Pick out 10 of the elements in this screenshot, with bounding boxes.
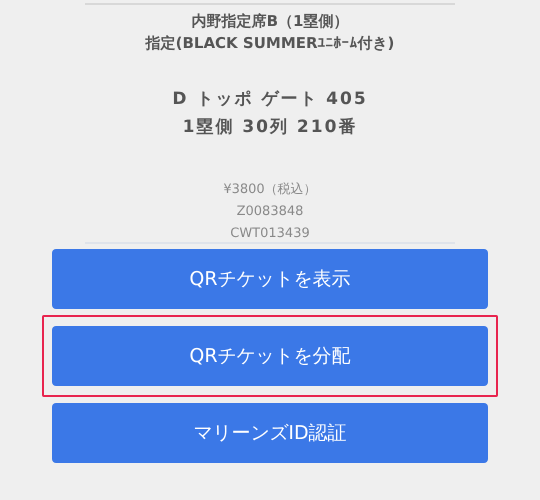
- seat-text: D トッポ ゲート 405: [171, 88, 369, 111]
- action-button[interactable]: QRチケットを分配: [52, 326, 488, 386]
- ticket-info-text: ¥3800（税込）: [222, 181, 318, 199]
- action-button[interactable]: マリーンズID認証: [52, 403, 488, 463]
- seat-text: 1塁側 30列 210番: [182, 116, 358, 139]
- seat-text: 内野指定席B（1塁側）: [190, 11, 350, 32]
- action-button[interactable]: QRチケットを表示: [52, 249, 488, 309]
- seat-text: 指定(BLACK SUMMERﾕﾆﾎｰﾑ付き): [144, 33, 396, 54]
- ticket-info-text: CWT013439: [229, 225, 311, 243]
- ticket-info-text: Z0083848: [236, 203, 304, 221]
